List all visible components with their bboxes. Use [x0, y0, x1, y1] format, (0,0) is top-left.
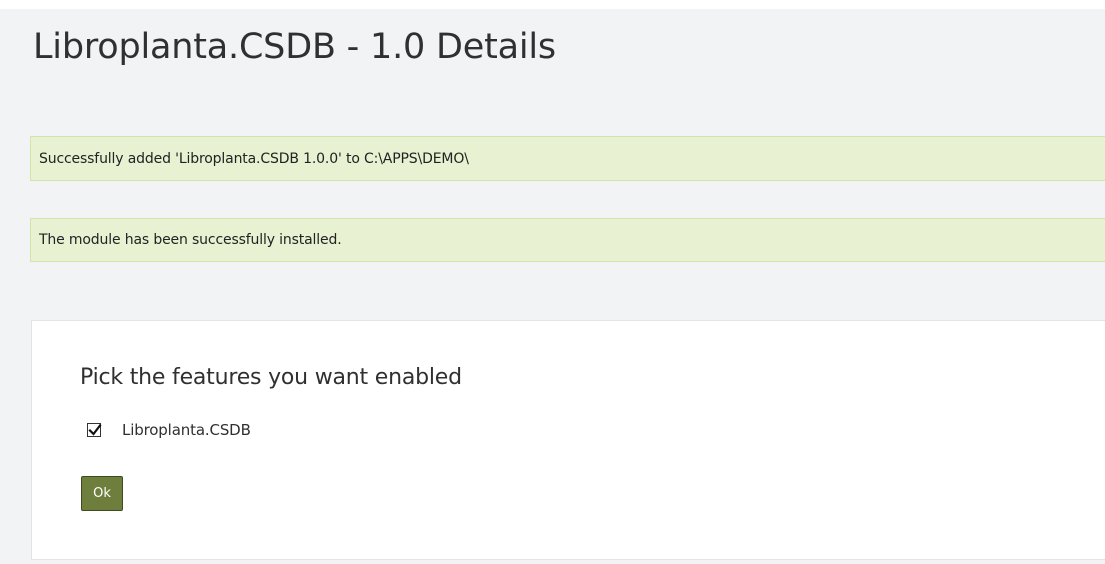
ok-button[interactable]: Ok	[81, 476, 123, 511]
success-alert-added: Successfully added 'Libroplanta.CSDB 1.0…	[30, 136, 1105, 181]
success-alert-text: The module has been successfully install…	[39, 232, 342, 248]
success-alert-installed: The module has been successfully install…	[30, 218, 1105, 262]
feature-item-libroplanta-csdb[interactable]: Libroplanta.CSDB	[87, 421, 251, 439]
features-panel: Pick the features you want enabled Libro…	[31, 320, 1105, 560]
features-heading: Pick the features you want enabled	[80, 365, 462, 390]
success-alert-text: Successfully added 'Libroplanta.CSDB 1.0…	[39, 150, 469, 167]
feature-checkbox[interactable]	[87, 423, 102, 437]
feature-label: Libroplanta.CSDB	[122, 421, 251, 439]
page-title: Libroplanta.CSDB - 1.0 Details	[33, 27, 556, 67]
checkmark-icon	[88, 423, 102, 436]
top-strip	[0, 0, 1105, 9]
